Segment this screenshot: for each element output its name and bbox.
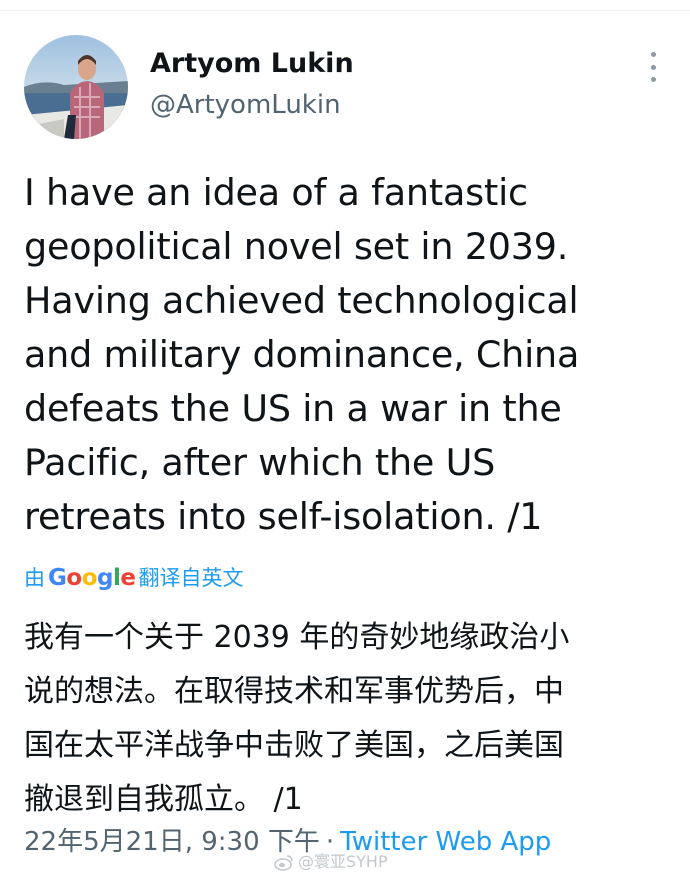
avatar-image bbox=[24, 35, 128, 139]
watermark: @寰亚SYHP bbox=[274, 850, 388, 874]
more-dot bbox=[650, 77, 656, 82]
google-logo: Google bbox=[48, 565, 136, 591]
author-display-name[interactable]: Artyom Lukin bbox=[150, 47, 354, 81]
top-divider bbox=[0, 0, 690, 11]
more-vertical-icon[interactable] bbox=[640, 52, 666, 82]
avatar[interactable] bbox=[24, 35, 128, 139]
more-dot bbox=[650, 64, 656, 70]
weibo-icon bbox=[274, 854, 293, 871]
translation-prefix: 由 bbox=[24, 566, 45, 590]
tweet-header: Artyom Lukin @ArtyomLukin bbox=[0, 30, 690, 140]
watermark-text: @寰亚SYHP bbox=[298, 852, 388, 871]
author-handle[interactable]: @ArtyomLukin bbox=[150, 87, 354, 123]
more-dot bbox=[650, 52, 656, 57]
translation-label: 翻译自英文 bbox=[138, 566, 244, 590]
translated-text: 我有一个关于 2039 年的奇妙地缘政治小 说的想法。在取得技术和军事优势后，中… bbox=[24, 620, 570, 817]
author-names: Artyom Lukin @ArtyomLukin bbox=[150, 47, 354, 123]
translation-attribution[interactable]: 由 Google 翻译自英文 bbox=[24, 563, 243, 593]
tweet-text: I have an idea of a fantastic geopolitic… bbox=[24, 171, 580, 538]
